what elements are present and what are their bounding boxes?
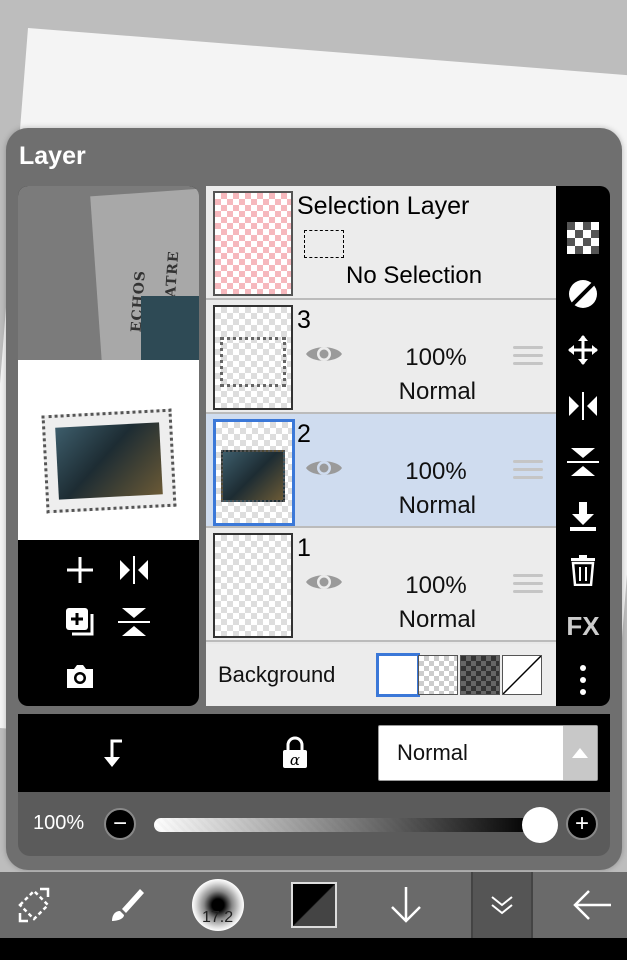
preview-tools	[18, 540, 199, 706]
fx-button[interactable]: FX	[563, 606, 603, 646]
trash-icon[interactable]	[563, 550, 603, 590]
layer-thumbnail	[213, 305, 293, 410]
preview-image	[18, 360, 199, 540]
clear-layer-icon[interactable]	[563, 274, 603, 314]
preview-canvas-area: ECHOS du THEATRE	[18, 186, 199, 360]
checkerboard-icon[interactable]	[563, 218, 603, 258]
visibility-eye-icon[interactable]	[304, 342, 344, 366]
layer-opacity: 100%	[405, 458, 467, 485]
canvas-preview: ECHOS du THEATRE	[18, 186, 199, 706]
flip-horizontal-icon[interactable]	[563, 386, 603, 426]
background-none-option[interactable]	[502, 655, 542, 695]
photo	[55, 422, 163, 500]
layer-thumbnail	[213, 419, 295, 526]
visibility-eye-icon[interactable]	[304, 570, 344, 594]
alpha-lock-icon[interactable]: α	[274, 732, 316, 774]
background-dark-option[interactable]	[460, 655, 500, 695]
opacity-slider-track[interactable]	[154, 818, 534, 832]
merge-down-icon[interactable]	[563, 496, 603, 536]
layer-blend-mode: Normal	[398, 492, 476, 519]
layer-opacity: 100%	[405, 344, 467, 371]
selection-layer-row[interactable]: Selection Layer No Selection	[206, 186, 556, 300]
layer-action-bar: α Normal	[18, 714, 610, 792]
photo-frame	[41, 408, 177, 514]
clipping-icon[interactable]	[92, 732, 134, 774]
flip-horizontal-preview-icon[interactable]	[114, 550, 154, 590]
move-icon[interactable]	[563, 330, 603, 370]
transform-tool-icon[interactable]	[8, 872, 60, 938]
layer-thumbnail	[213, 533, 293, 638]
add-layer-icon[interactable]	[60, 550, 100, 590]
back-arrow-icon[interactable]	[566, 872, 618, 938]
drag-handle-icon[interactable]	[513, 574, 543, 596]
opacity-label: 100%	[33, 812, 85, 834]
blend-mode-value: Normal	[397, 740, 468, 765]
layer-name: 2	[297, 420, 311, 448]
photo-fragment	[141, 296, 199, 360]
current-color-swatch	[291, 882, 337, 928]
drag-handle-icon[interactable]	[513, 460, 543, 482]
collapse-layers-button[interactable]	[471, 872, 533, 938]
selection-layer-thumbnail	[213, 191, 293, 296]
download-arrow-icon[interactable]	[382, 872, 430, 938]
drag-handle-icon[interactable]	[513, 346, 543, 368]
layer-list: Selection Layer No Selection 3 100% Norm…	[206, 186, 556, 706]
layer-blend-mode: Normal	[398, 378, 476, 405]
camera-icon[interactable]	[60, 656, 100, 696]
background-transparent-option[interactable]	[418, 655, 458, 695]
layer-name: 3	[297, 306, 311, 334]
brush-tool-icon[interactable]	[100, 872, 152, 938]
opacity-control: 100% − +	[18, 792, 610, 856]
layer-blend-mode: Normal	[398, 606, 476, 633]
color-picker[interactable]	[290, 872, 338, 938]
background-row: Background	[206, 644, 556, 706]
layer-name: 1	[297, 534, 311, 562]
selection-layer-title: Selection Layer	[297, 192, 470, 220]
layer-row-2[interactable]: 2 100% Normal	[206, 414, 556, 528]
layer-tool-strip: FX	[556, 186, 610, 706]
double-chevron-down-icon	[491, 896, 513, 915]
brush-preview-icon: 17.2	[192, 879, 244, 931]
thumb-photo	[221, 450, 285, 502]
system-nav-bar	[0, 938, 627, 960]
more-options-icon[interactable]	[563, 660, 603, 700]
opacity-slider-handle[interactable]	[522, 807, 558, 843]
layer-row-1[interactable]: 1 100% Normal	[206, 528, 556, 642]
selection-status: No Selection	[346, 262, 483, 289]
blend-mode-select[interactable]: Normal	[378, 725, 598, 781]
dropdown-arrow-icon	[563, 726, 597, 780]
layer-dialog: Layer ECHOS du THEATRE	[6, 128, 622, 870]
bottom-toolbar: 17.2	[0, 872, 627, 938]
duplicate-layer-icon[interactable]	[60, 602, 100, 642]
thumb-frame	[220, 337, 286, 387]
opacity-decrease-button[interactable]: −	[104, 808, 136, 840]
visibility-eye-icon[interactable]	[304, 456, 344, 480]
brush-size-value: 17.2	[202, 909, 234, 926]
background-white-option[interactable]	[376, 653, 420, 697]
svg-text:α: α	[290, 751, 300, 769]
layer-row-3[interactable]: 3 100% Normal	[206, 300, 556, 414]
brush-size-preview[interactable]: 17.2	[190, 872, 246, 938]
dialog-title: Layer	[19, 142, 86, 170]
selection-marquee-icon	[304, 230, 344, 258]
flip-vertical-preview-icon[interactable]	[114, 602, 154, 642]
layer-opacity: 100%	[405, 572, 467, 599]
flip-vertical-icon[interactable]	[563, 442, 603, 482]
opacity-increase-button[interactable]: +	[566, 808, 598, 840]
background-label: Background	[218, 662, 336, 687]
